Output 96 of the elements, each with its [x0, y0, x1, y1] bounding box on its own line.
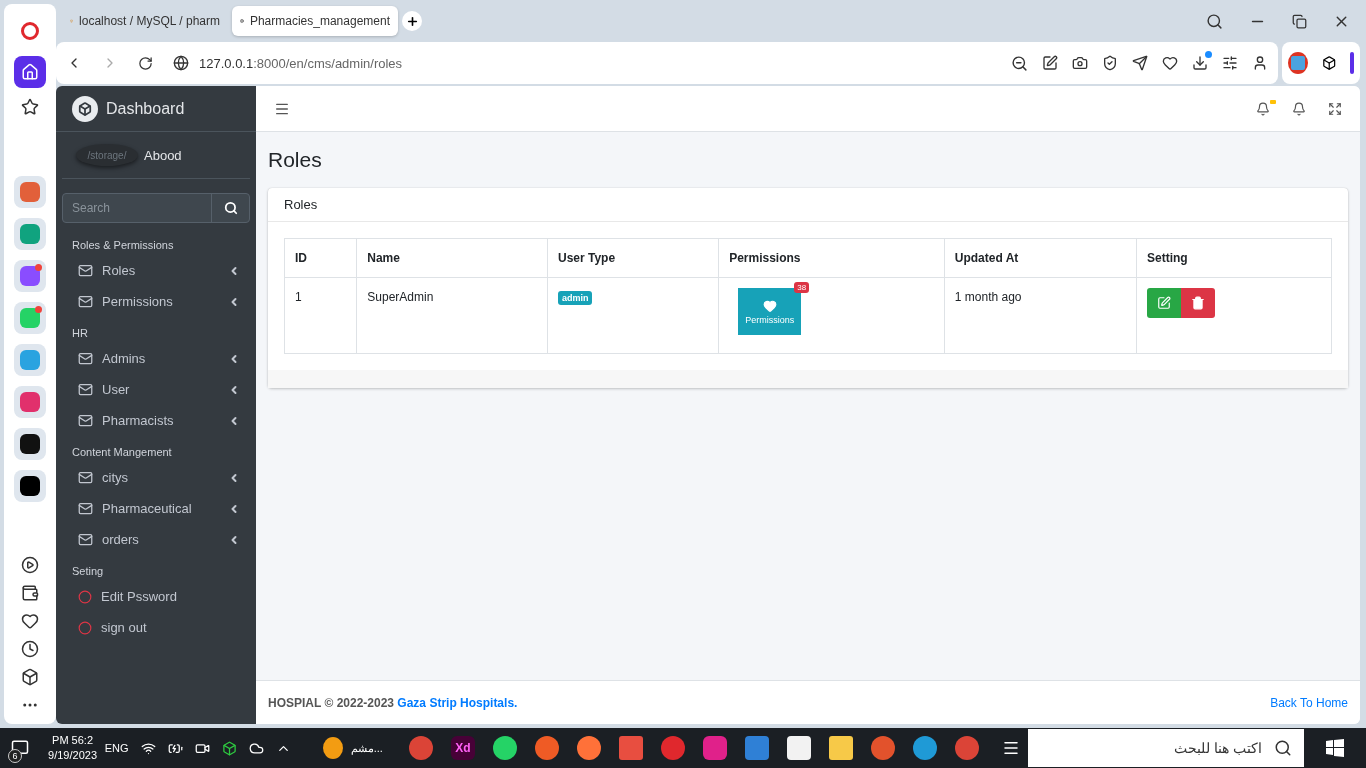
sidebar-item[interactable]: Edit Pssword	[56, 581, 256, 612]
sidebar-item[interactable]: User	[56, 374, 256, 405]
language-indicator[interactable]: ENG	[104, 742, 129, 754]
wifi-icon[interactable]	[140, 740, 156, 756]
section-title: HR	[71, 326, 89, 341]
taskbar-search-bar[interactable]: اكتب هنا للبحث	[1027, 729, 1304, 767]
plus-icon	[405, 14, 419, 28]
search-bar[interactable]: Search	[62, 193, 250, 223]
column-header: Name	[356, 238, 548, 278]
fullscreen-icon[interactable]	[1328, 101, 1342, 116]
sidebar-handle[interactable]	[1350, 52, 1354, 74]
zoom-out-icon[interactable]	[1011, 54, 1028, 72]
send-icon[interactable]	[1132, 55, 1148, 71]
new-tab-button[interactable]	[402, 11, 422, 31]
mail-icon	[78, 532, 93, 547]
cloud-icon[interactable]	[248, 740, 264, 756]
section-title: Roles & Permissions	[71, 238, 175, 253]
brand-logo	[72, 95, 98, 122]
shield-icon[interactable]	[1102, 55, 1118, 71]
weather-text[interactable]: مشم...	[350, 741, 383, 755]
home-icon[interactable]	[14, 56, 46, 88]
search-icon	[223, 201, 238, 215]
user-type-badge: admin	[557, 291, 593, 305]
address-field[interactable]: 127.0.0.1:8000/en/cms/admin/roles	[199, 55, 403, 71]
sidebar-item[interactable]: Pharmaceutical	[56, 493, 256, 524]
bell-icon[interactable]	[1256, 101, 1270, 116]
sidebar-item[interactable]: citys	[56, 462, 256, 493]
delete-button[interactable]	[1180, 288, 1215, 318]
clock[interactable]: PM 56:2 9/19/2023	[40, 733, 105, 763]
sidebar-item[interactable]: Roles	[56, 255, 256, 286]
section-title: Seting	[71, 564, 105, 579]
heart-icon[interactable]	[1162, 55, 1178, 71]
restore-icon[interactable]	[1292, 13, 1307, 29]
mail-icon	[78, 382, 93, 397]
weather-icon[interactable]	[322, 737, 343, 759]
search-icon[interactable]	[1206, 12, 1223, 30]
column-header: Updated At	[944, 238, 1137, 278]
reload-icon[interactable]	[138, 55, 153, 71]
cube-icon[interactable]	[1321, 55, 1337, 71]
notifications-icon[interactable]	[11, 739, 30, 757]
edit-icon	[1156, 296, 1171, 310]
count-badge: 38	[794, 282, 810, 293]
edit-button[interactable]	[1146, 288, 1181, 318]
sidebar-item[interactable]: orders	[56, 524, 256, 555]
app-icon[interactable]	[14, 428, 46, 460]
wallet-icon[interactable]	[21, 584, 39, 602]
footer-text: HOSPIAL © 2022-2023 Gaza Strip Hospitals.	[268, 695, 518, 710]
sidebar-item[interactable]: Permissions	[56, 286, 256, 317]
sidebar-item[interactable]: sign out	[56, 612, 256, 643]
circle-icon	[78, 589, 92, 604]
browser-tab[interactable]: Pharmacies_management	[232, 6, 398, 36]
camera-icon[interactable]	[1072, 55, 1088, 71]
card-title: Roles	[268, 188, 1348, 222]
star-icon[interactable]	[21, 98, 39, 116]
profile-icon[interactable]	[1252, 55, 1268, 71]
mail-icon	[78, 470, 93, 485]
column-header: User Type	[547, 238, 719, 278]
back-link[interactable]: Back To Home	[1270, 695, 1348, 710]
column-header: ID	[284, 238, 357, 278]
table-cell: SuperAdmin	[356, 277, 548, 354]
page-title: Roles	[268, 148, 323, 172]
bell-icon[interactable]	[1292, 101, 1306, 116]
avatar: /storage/	[76, 144, 138, 166]
search-field[interactable]: Search	[63, 194, 211, 222]
mail-icon	[78, 413, 93, 428]
tray-app-icon[interactable]	[221, 740, 237, 756]
table-cell: 1	[284, 277, 357, 354]
globe-icon	[173, 55, 189, 71]
taskbar-app[interactable]: Xd	[444, 730, 481, 766]
notification-badge	[1270, 99, 1276, 104]
clock-icon[interactable]	[21, 640, 39, 658]
mail-icon	[78, 294, 93, 309]
mail-icon	[78, 501, 93, 516]
app-icon[interactable]	[14, 470, 46, 502]
brand-title[interactable]: Dashboard	[106, 99, 185, 118]
section-title: Content Mangement	[71, 445, 173, 460]
column-header: Permissions	[718, 238, 945, 278]
column-header: Setting	[1136, 238, 1332, 278]
trash-icon	[1190, 296, 1205, 310]
mail-icon	[78, 263, 93, 278]
user-name[interactable]: Abood	[144, 147, 182, 163]
play-icon[interactable]	[21, 556, 39, 574]
edit-icon[interactable]	[1042, 55, 1058, 71]
extension-icon[interactable]	[1288, 52, 1308, 74]
settings-icon[interactable]	[1222, 55, 1238, 71]
heart-icon[interactable]	[21, 612, 39, 630]
cube-icon[interactable]	[21, 668, 39, 686]
search-icon	[1273, 739, 1292, 757]
browser-tab[interactable]: localhost / MySQL / pharm	[62, 6, 228, 36]
table-cell: 1 month ago	[944, 277, 1137, 354]
sidebar-item[interactable]: Pharmacists	[56, 405, 256, 436]
circle-icon	[78, 620, 92, 635]
notification-count: 6	[8, 749, 22, 763]
sidebar-item[interactable]: Admins	[56, 343, 256, 374]
heart-icon	[762, 298, 777, 313]
mail-icon	[78, 351, 93, 366]
